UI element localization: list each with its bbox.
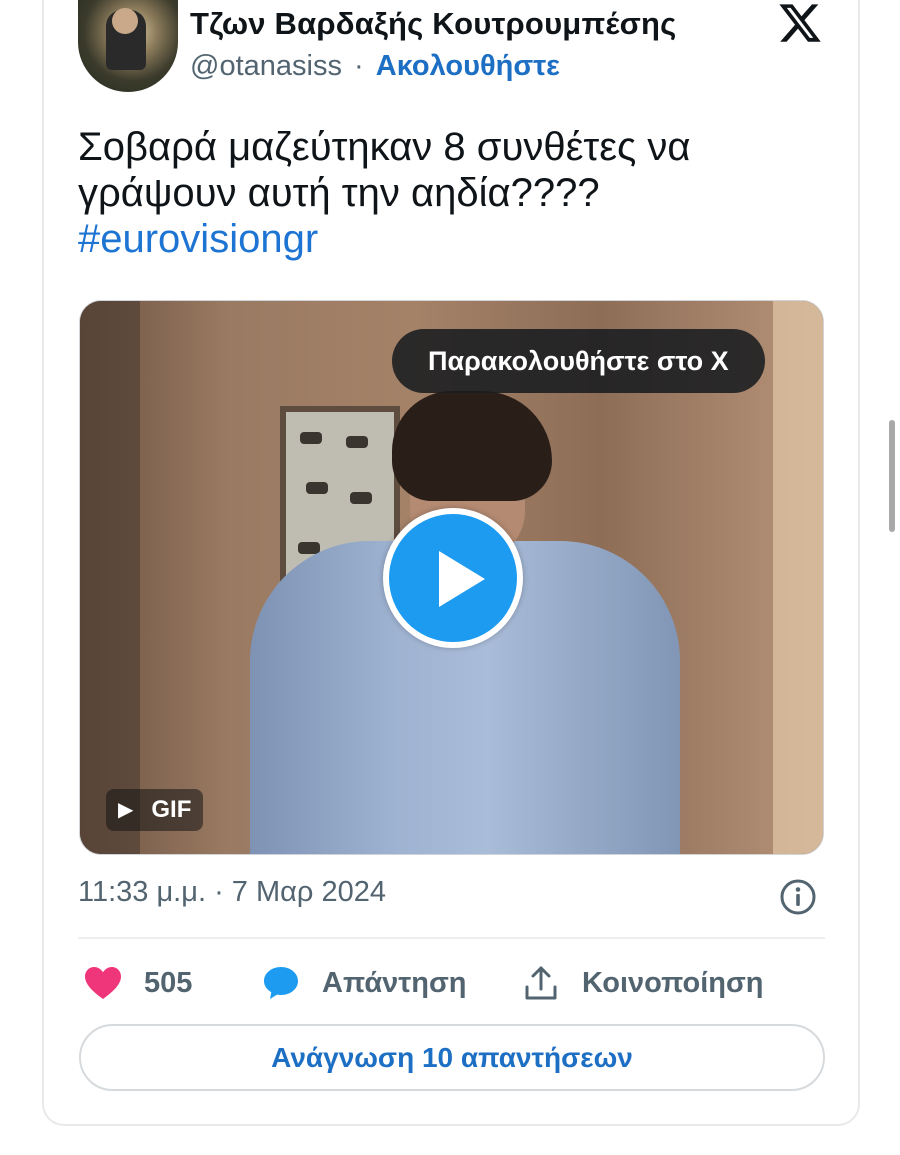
media-gif[interactable]: Παρακολουθήστε στο X ▶ GIF: [79, 300, 824, 855]
tweet-timestamp[interactable]: 11:33 μ.μ. · 7 Μαρ 2024: [78, 876, 386, 909]
action-bar: 505 Απάντηση Κοινοποίηση: [78, 955, 825, 1011]
avatar-face: [112, 8, 138, 34]
author-handle[interactable]: @otanasiss: [190, 50, 342, 82]
gif-shadow: [80, 301, 140, 854]
reply-label: Απάντηση: [322, 966, 467, 999]
scrollbar[interactable]: [889, 420, 895, 532]
author-avatar[interactable]: [78, 0, 178, 92]
separator-dot: ·: [354, 50, 364, 82]
gif-badge[interactable]: ▶ GIF: [106, 789, 204, 831]
hashtag-link[interactable]: #eurovisiongr: [78, 216, 818, 262]
info-icon[interactable]: [779, 878, 817, 916]
like-button[interactable]: 505: [84, 955, 192, 1011]
play-icon: [439, 551, 485, 607]
play-button[interactable]: [383, 508, 523, 648]
divider: [78, 937, 825, 939]
tweet-header: Τζων Βαρδαξής Κουτρουμπέσης @otanasiss ·…: [78, 0, 838, 100]
author-name[interactable]: Τζων Βαρδαξής Κουτρουμπέσης: [190, 6, 676, 42]
gif-person-hair: [392, 391, 552, 501]
reply-button[interactable]: Απάντηση: [262, 955, 467, 1011]
reply-bubble-icon: [264, 967, 298, 999]
like-count: 505: [144, 966, 193, 999]
tweet-body: Σοβαρά μαζεύτηκαν 8 συνθέτες να γράψουν …: [78, 125, 691, 215]
share-icon: [525, 966, 557, 1000]
handle-row: @otanasiss · Ακολουθήστε: [190, 50, 560, 83]
gif-label: GIF: [151, 796, 192, 823]
gif-window-light: [773, 301, 823, 854]
gif-play-icon: ▶: [118, 799, 134, 821]
share-button[interactable]: Κοινοποίηση: [524, 955, 764, 1011]
follow-button[interactable]: Ακολουθήστε: [376, 50, 560, 82]
heart-icon: [85, 967, 121, 999]
watch-on-x-button[interactable]: Παρακολουθήστε στο X: [392, 329, 765, 393]
read-replies-button[interactable]: Ανάγνωση 10 απαντήσεων: [79, 1024, 825, 1091]
share-label: Κοινοποίηση: [582, 966, 764, 999]
tweet-text: Σοβαρά μαζεύτηκαν 8 συνθέτες να γράψουν …: [78, 124, 818, 262]
x-logo-icon[interactable]: [776, 0, 824, 46]
